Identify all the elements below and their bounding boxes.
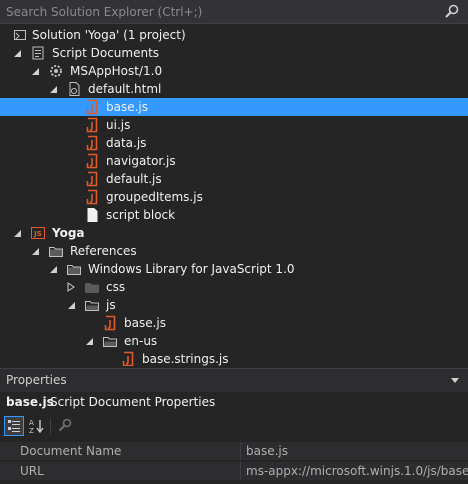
js-file-icon (86, 189, 98, 205)
html-file-icon (69, 82, 80, 96)
property-pages-icon (58, 418, 72, 432)
expand-arrow-icon[interactable] (66, 282, 76, 292)
tree-item-default-html[interactable]: default.html (0, 80, 468, 98)
property-row-document-name[interactable]: Document Name base.js (0, 442, 468, 460)
tree-item-label: Windows Library for JavaScript 1.0 (88, 262, 295, 276)
tree-item-file[interactable]: base.js (0, 98, 468, 116)
tree-item-label: script block (106, 208, 176, 222)
js-file-icon (122, 351, 134, 366)
tree-item-folder-en-us[interactable]: en-us (0, 332, 468, 350)
column-separator (240, 462, 241, 480)
js-file-icon (86, 153, 98, 169)
tree-item-label: MSAppHost/1.0 (70, 64, 163, 78)
script-block-icon (87, 208, 98, 222)
categorized-icon (8, 420, 20, 432)
folder-open-icon (85, 301, 99, 311)
collapse-arrow-icon[interactable] (30, 246, 40, 256)
tree-item-label: js (106, 298, 116, 312)
properties-title-bar: Properties (0, 368, 468, 392)
collapse-arrow-icon[interactable] (12, 48, 22, 58)
property-name: Document Name (20, 444, 122, 458)
properties-title: Properties (6, 373, 67, 387)
tree-item-label: en-us (124, 334, 158, 348)
alphabetical-icon: A Z (29, 419, 44, 435)
tree-item-file[interactable]: base.strings.js (0, 350, 468, 366)
search-bar (0, 0, 468, 24)
alphabetical-button[interactable]: A Z (27, 416, 47, 436)
solution-icon (14, 30, 26, 40)
property-name: URL (20, 464, 44, 478)
collapse-arrow-icon[interactable] (12, 228, 22, 238)
tree-item-file[interactable]: data.js (0, 134, 468, 152)
collapse-arrow-icon[interactable] (48, 264, 58, 274)
js-file-icon (86, 135, 98, 151)
search-button[interactable] (406, 0, 468, 23)
property-value: base.js (246, 444, 289, 458)
references-icon (49, 247, 63, 257)
column-separator (240, 442, 241, 460)
svg-text:A: A (29, 419, 34, 427)
properties-object-selector[interactable]: base.js Script Document Properties (0, 392, 468, 414)
tree-item-label: groupedItems.js (106, 190, 203, 204)
tree-item-label: data.js (106, 136, 147, 150)
tree-item-file[interactable]: groupedItems.js (0, 188, 468, 206)
tree-item-msapphost[interactable]: MSAppHost/1.0 (0, 62, 468, 80)
folder-icon (85, 283, 99, 293)
tree-item-script-documents[interactable]: Script Documents (0, 44, 468, 62)
property-value: ms-appx://microsoft.winjs.1.0/js/base.js (246, 464, 468, 478)
tree-item-solution[interactable]: Solution 'Yoga' (1 project) (0, 26, 468, 44)
categorized-button[interactable] (4, 416, 24, 436)
collapse-arrow-icon[interactable] (66, 300, 76, 310)
tree-item-file[interactable]: navigator.js (0, 152, 468, 170)
property-pages-button[interactable] (56, 416, 76, 436)
tree-item-label: navigator.js (106, 154, 176, 168)
collapse-arrow-icon[interactable] (84, 336, 94, 346)
dropdown-arrow-icon[interactable] (450, 377, 460, 385)
search-icon (445, 4, 459, 18)
svg-text:Z: Z (29, 427, 34, 435)
tree-item-folder-js[interactable]: js (0, 296, 468, 314)
solution-tree: Solution 'Yoga' (1 project) Script Docum… (0, 26, 468, 366)
svg-text:JS: JS (33, 230, 42, 238)
js-file-icon (86, 117, 98, 133)
js-file-icon (104, 315, 116, 331)
tree-item-label: default.js (106, 172, 162, 186)
tree-item-label: css (106, 280, 126, 294)
tree-item-label: default.html (88, 82, 162, 96)
tree-item-label: References (70, 244, 137, 258)
properties-grid: Document Name base.js URL ms-appx://micr… (0, 442, 468, 484)
tree-item-project-yoga[interactable]: JS Yoga (0, 224, 468, 242)
tree-item-label: Solution 'Yoga' (1 project) (32, 28, 186, 42)
properties-object-type: Script Document Properties (50, 395, 216, 409)
tree-item-winjs-library[interactable]: Windows Library for JavaScript 1.0 (0, 260, 468, 278)
script-documents-icon (32, 46, 44, 60)
tree-item-file[interactable]: base.js (0, 314, 468, 332)
gear-icon (50, 65, 62, 77)
tree-item-label: base.strings.js (142, 352, 229, 366)
toolbar-separator (50, 418, 51, 434)
property-row-url[interactable]: URL ms-appx://microsoft.winjs.1.0/js/bas… (0, 462, 468, 480)
tree-item-label: base.js (124, 316, 167, 330)
collapse-arrow-icon[interactable] (30, 66, 40, 76)
tree-item-label: base.js (106, 100, 149, 114)
properties-object-name: base.js (6, 395, 54, 409)
js-file-icon (86, 171, 98, 187)
library-icon (67, 265, 81, 275)
tree-item-label: Script Documents (52, 46, 160, 60)
collapse-arrow-icon[interactable] (48, 84, 58, 94)
folder-open-icon (103, 337, 117, 347)
tree-item-file[interactable]: default.js (0, 170, 468, 188)
tree-item-file[interactable]: ui.js (0, 116, 468, 134)
js-project-icon: JS (31, 227, 45, 239)
search-input[interactable] (0, 0, 400, 23)
tree-item-script-block[interactable]: script block (0, 206, 468, 224)
js-file-icon (86, 99, 98, 115)
properties-toolbar: A Z (0, 414, 468, 438)
tree-item-references[interactable]: References (0, 242, 468, 260)
tree-item-folder-css[interactable]: css (0, 278, 468, 296)
tree-item-label: Yoga (52, 226, 85, 240)
tree-item-label: ui.js (106, 118, 131, 132)
